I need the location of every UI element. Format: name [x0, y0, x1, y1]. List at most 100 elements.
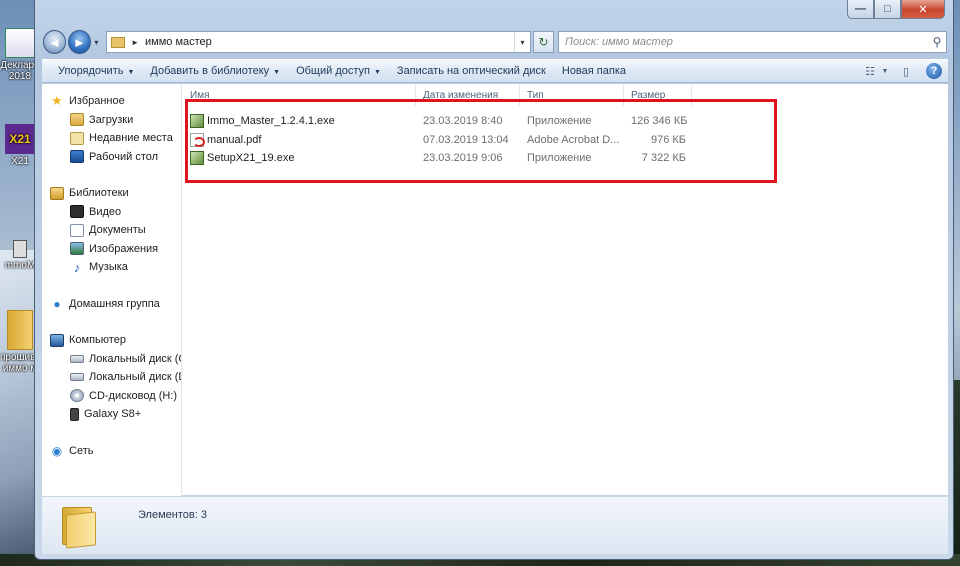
sidebar-item-recent-places[interactable]: Недавние места: [42, 129, 181, 148]
view-options-dropdown[interactable]: ▼: [880, 63, 890, 79]
recent-pages-dropdown[interactable]: ▾: [91, 38, 102, 47]
search-icon[interactable]: ⚲: [928, 35, 946, 49]
sidebar-item-label: Музыка: [89, 261, 128, 274]
file-name: manual.pdf: [207, 133, 262, 146]
file-name-cell[interactable]: Immo_Master_1.2.4.1.exe: [183, 114, 416, 129]
file-type: Приложение: [527, 152, 592, 165]
documents-library-icon: [70, 223, 84, 237]
sidebar-item-libraries[interactable]: Библиотеки: [42, 184, 181, 203]
column-header-label: Размер: [631, 89, 666, 101]
sidebar-item-pictures[interactable]: Изображения: [42, 240, 181, 259]
chevron-down-icon: ▼: [273, 69, 281, 76]
address-bar[interactable]: ► иммо мастер ▾: [106, 31, 532, 53]
file-name-cell[interactable]: manual.pdf: [183, 132, 416, 147]
sidebar-item-galaxy-s8[interactable]: Galaxy S8+: [42, 405, 181, 424]
breadcrumb-separator-icon[interactable]: ►: [131, 38, 139, 47]
minimize-button[interactable]: —: [847, 0, 874, 19]
pdf-icon: [190, 132, 205, 147]
sidebar-item-documents[interactable]: Документы: [42, 221, 181, 240]
share-with-menu-button[interactable]: Общий доступ ▼: [288, 65, 389, 77]
sidebar-item-downloads[interactable]: Загрузки: [42, 111, 181, 130]
file-type: Приложение: [527, 115, 592, 128]
sidebar-item-label: Сеть: [69, 444, 94, 457]
desktop-icon-label: mmoM: [4, 260, 36, 271]
help-button[interactable]: ?: [926, 63, 942, 79]
column-header-type[interactable]: Тип: [520, 84, 624, 106]
network-group: ◉ Сеть: [42, 442, 181, 461]
forward-button[interactable]: ►: [67, 30, 91, 54]
back-button[interactable]: ◄: [43, 30, 66, 54]
caption-buttons: — □ ✕: [847, 0, 945, 19]
breadcrumb-current-folder[interactable]: иммо мастер: [145, 36, 514, 48]
sidebar-item-label: Недавние места: [89, 132, 173, 145]
recent-places-icon: [70, 131, 84, 145]
maximize-button[interactable]: □: [874, 0, 901, 19]
chevron-down-icon: ▼: [881, 67, 889, 75]
homegroup-icon: ●: [53, 296, 61, 311]
file-modified: 23.03.2019 9:06: [423, 152, 503, 165]
chevron-down-icon: ▾: [520, 37, 525, 47]
hard-disk-icon: [70, 354, 84, 363]
close-button[interactable]: ✕: [901, 0, 945, 19]
libraries-icon: [50, 186, 64, 200]
column-header-label: Дата изменения: [423, 89, 499, 101]
burn-to-disc-label: Записать на оптический диск: [396, 65, 546, 77]
back-arrow-icon: ◄: [47, 34, 61, 50]
computer-icon: [50, 333, 64, 347]
preview-pane-button[interactable]: ▯: [896, 63, 916, 79]
sidebar-item-local-disk-d[interactable]: Локальный диск (D: [42, 368, 181, 387]
sidebar-item-label: Домашняя группа: [69, 297, 160, 310]
file-name: Immo_Master_1.2.4.1.exe: [207, 115, 335, 128]
favorites-group: ★ Избранное Загрузки Недавние места Рабоч…: [42, 92, 181, 166]
sidebar-item-favorites[interactable]: ★ Избранное: [42, 92, 181, 111]
address-dropdown-button[interactable]: ▾: [514, 32, 530, 52]
add-to-library-label: Добавить в библиотеку: [150, 65, 270, 77]
sidebar-item-cd-drive[interactable]: CD-дисковод (H:): [42, 387, 181, 406]
column-header-modified[interactable]: Дата изменения: [416, 84, 520, 106]
organize-label: Упорядочить: [58, 65, 124, 77]
minimize-icon: —: [855, 3, 866, 15]
file-list[interactable]: Имя Дата изменения Тип Размер Immo_Maste…: [183, 84, 948, 496]
file-modified: 07.03.2019 13:04: [423, 133, 509, 146]
refresh-button[interactable]: ↻: [533, 31, 554, 53]
file-size: 976 КБ: [650, 133, 686, 146]
exe-icon: [190, 151, 204, 166]
new-folder-label: Новая папка: [561, 65, 626, 77]
column-header-name[interactable]: Имя: [183, 84, 416, 106]
new-folder-button[interactable]: Новая папка: [554, 65, 634, 77]
hard-disk-icon: [70, 373, 84, 382]
file-rows: Immo_Master_1.2.4.1.exe 23.03.2019 8:40 …: [183, 112, 948, 168]
file-name-cell[interactable]: SetupX21_19.exe: [183, 151, 416, 166]
sidebar-item-music[interactable]: ♪ Музыка: [42, 258, 181, 277]
sidebar-item-local-disk-c[interactable]: Локальный диск (C: [42, 350, 181, 369]
music-note-icon: ♪: [73, 259, 81, 275]
sidebar-item-label: Локальный диск (C: [89, 352, 181, 365]
burn-to-disc-button[interactable]: Записать на оптический диск: [389, 65, 554, 77]
sidebar-item-desktop[interactable]: Рабочий стол: [42, 148, 181, 167]
sidebar-item-label: Изображения: [89, 242, 159, 255]
sidebar-item-network[interactable]: ◉ Сеть: [42, 442, 181, 461]
search-input[interactable]: Поиск: иммо мастер ⚲: [557, 31, 948, 53]
details-pane: Элементов: 3: [42, 497, 948, 554]
organize-menu-button[interactable]: Упорядочить ▼: [50, 65, 142, 77]
refresh-icon: ↻: [538, 35, 549, 49]
sidebar-item-computer[interactable]: Компьютер: [42, 331, 181, 350]
file-size: 7 322 КБ: [641, 152, 686, 165]
file-row[interactable]: manual.pdf 07.03.2019 13:04 Adobe Acroba…: [183, 131, 948, 150]
change-view-button[interactable]: ☷: [860, 63, 880, 79]
sidebar-item-homegroup[interactable]: ● Домашняя группа: [42, 295, 181, 314]
column-header-size[interactable]: Размер: [624, 84, 692, 106]
sidebar-item-label: CD-дисковод (H:): [89, 389, 178, 402]
navigation-pane[interactable]: ★ Избранное Загрузки Недавние места Рабоч…: [42, 84, 182, 496]
file-row[interactable]: Immo_Master_1.2.4.1.exe 23.03.2019 8:40 …: [183, 112, 948, 131]
add-to-library-menu-button[interactable]: Добавить в библиотеку ▼: [142, 65, 288, 77]
sidebar-item-label: Избранное: [69, 95, 125, 108]
sidebar-item-videos[interactable]: Видео: [42, 203, 181, 222]
forward-arrow-icon: ►: [72, 34, 86, 50]
computer-group: Компьютер Локальный диск (C Локальный ди…: [42, 331, 181, 424]
file-row[interactable]: SetupX21_19.exe 23.03.2019 9:06 Приложен…: [183, 149, 948, 168]
homegroup-group: ● Домашняя группа: [42, 295, 181, 314]
sidebar-item-label: Локальный диск (D: [89, 371, 181, 384]
desktop-icon-label: X21: [11, 156, 29, 167]
column-headers: Имя Дата изменения Тип Размер: [183, 84, 948, 106]
